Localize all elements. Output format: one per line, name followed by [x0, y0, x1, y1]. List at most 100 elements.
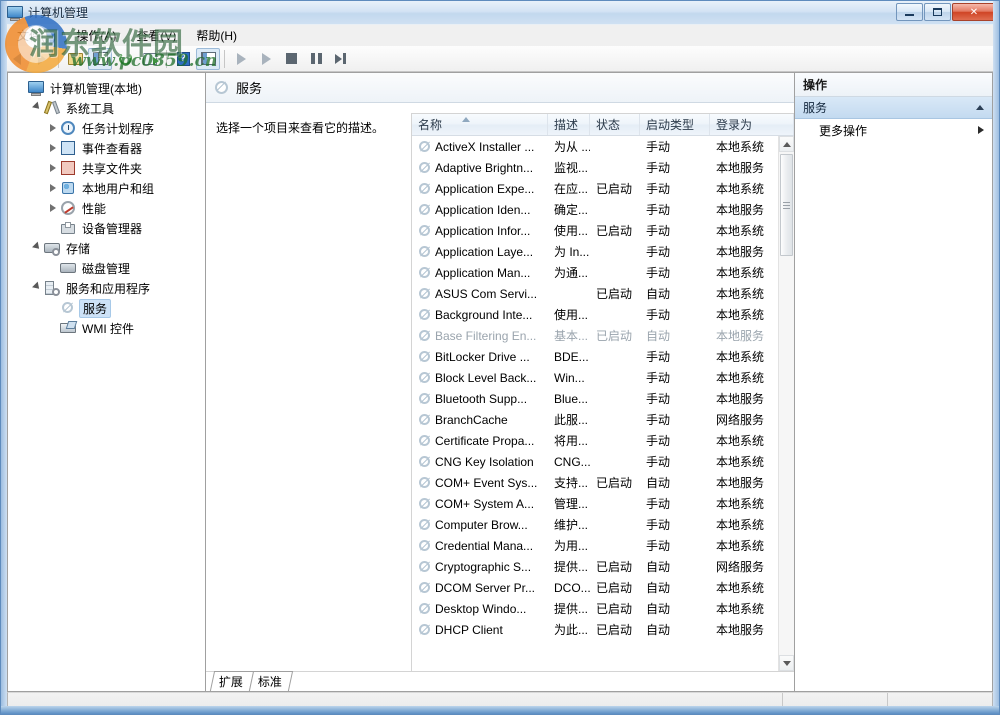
chevron-right-icon[interactable]: [46, 161, 60, 175]
table-row[interactable]: Certificate Propa...将用...手动本地系统: [412, 430, 778, 451]
table-row[interactable]: Computer Brow...维护...手动本地系统: [412, 514, 778, 535]
actions-group-header[interactable]: 服务: [795, 97, 992, 119]
cell-startup-type: 自动: [640, 474, 710, 491]
tree-item-10[interactable]: 服务和应用程序: [14, 278, 205, 298]
menu-action[interactable]: 操作(A): [66, 24, 126, 47]
column-log-on-as[interactable]: 登录为: [710, 114, 794, 135]
tree-item-6[interactable]: 性能: [14, 198, 205, 218]
tree-item-4[interactable]: 共享文件夹: [14, 158, 205, 178]
tab-standard[interactable]: 标准: [249, 671, 293, 691]
table-row[interactable]: Background Inte...使用...手动本地系统: [412, 304, 778, 325]
show-tree-button[interactable]: [88, 48, 112, 70]
cell-startup-type: 手动: [640, 138, 710, 155]
column-status[interactable]: 状态: [590, 114, 640, 135]
chevron-right-icon[interactable]: [46, 141, 60, 155]
table-row[interactable]: Application Infor...使用...已启动手动本地系统: [412, 220, 778, 241]
forward-button[interactable]: [30, 48, 54, 70]
cell-log-on-as: 本地系统: [710, 495, 778, 512]
scroll-up-button[interactable]: [779, 136, 794, 152]
close-button[interactable]: ✕: [952, 3, 996, 21]
chevron-down-icon[interactable]: [30, 101, 44, 115]
table-row[interactable]: Application Expe...在应...已启动手动本地系统: [412, 178, 778, 199]
device-manager-icon: [60, 220, 76, 236]
disk-management-icon: [60, 260, 76, 276]
cell-name: Adaptive Brightn...: [412, 161, 548, 175]
table-row[interactable]: Application Man...为通...手动本地系统: [412, 262, 778, 283]
chevron-down-icon[interactable]: [30, 241, 44, 255]
column-description[interactable]: 描述: [548, 114, 590, 135]
show-action-pane-button[interactable]: [196, 48, 220, 70]
table-row[interactable]: Block Level Back...Win...手动本地系统: [412, 367, 778, 388]
tree-item-label: 存储: [64, 240, 92, 257]
tree-item-8[interactable]: 存储: [14, 238, 205, 258]
restart-icon: [335, 53, 347, 64]
action-more-actions[interactable]: 更多操作: [795, 119, 992, 141]
tree-item-12[interactable]: WMI 控件: [14, 318, 205, 338]
cell-description: 为此...: [548, 621, 590, 638]
tree-item-1[interactable]: 系统工具: [14, 98, 205, 118]
stop-service-button[interactable]: [279, 48, 303, 70]
restart-service-button[interactable]: [329, 48, 353, 70]
table-row[interactable]: Base Filtering En...基本...已启动自动本地服务: [412, 325, 778, 346]
minimize-button[interactable]: [896, 3, 923, 21]
tree-item-9[interactable]: 磁盘管理: [14, 258, 205, 278]
table-row[interactable]: BranchCache此服...手动网络服务: [412, 409, 778, 430]
chevron-right-icon[interactable]: [46, 181, 60, 195]
chevron-right-icon[interactable]: [46, 201, 60, 215]
start-service-button[interactable]: [229, 48, 253, 70]
tab-extended[interactable]: 扩展: [210, 671, 254, 691]
column-name[interactable]: 名称: [412, 114, 548, 135]
table-row[interactable]: Desktop Windo...提供...已启动自动本地系统: [412, 598, 778, 619]
back-button[interactable]: [5, 48, 29, 70]
service-gear-icon: [418, 140, 431, 153]
window-frame-left: [1, 1, 7, 714]
chevron-up-icon[interactable]: [976, 105, 984, 110]
table-row[interactable]: Credential Mana...为用...手动本地系统: [412, 535, 778, 556]
menu-help[interactable]: 帮助(H): [186, 24, 247, 47]
refresh-button[interactable]: [113, 48, 137, 70]
chevron-down-icon[interactable]: [30, 281, 44, 295]
tree-item-3[interactable]: 事件查看器: [14, 138, 205, 158]
table-row[interactable]: Adaptive Brightn...监视...手动本地服务: [412, 157, 778, 178]
table-row[interactable]: COM+ Event Sys...支持...已启动自动本地服务: [412, 472, 778, 493]
resume-service-button[interactable]: [254, 48, 278, 70]
column-startup-type[interactable]: 启动类型: [640, 114, 710, 135]
maximize-button[interactable]: [924, 3, 951, 21]
tree-item-11[interactable]: 服务: [14, 298, 205, 318]
computer-icon: [28, 80, 44, 96]
cell-log-on-as: 本地系统: [710, 138, 778, 155]
tree-item-5[interactable]: 本地用户和组: [14, 178, 205, 198]
table-row[interactable]: BitLocker Drive ...BDE...手动本地系统: [412, 346, 778, 367]
scroll-down-button[interactable]: [779, 655, 794, 671]
cell-name: Bluetooth Supp...: [412, 392, 548, 406]
table-row[interactable]: ASUS Com Servi...已启动自动本地系统: [412, 283, 778, 304]
up-folder-button[interactable]: [63, 48, 87, 70]
menu-view[interactable]: 查看(V): [126, 24, 186, 47]
table-row[interactable]: COM+ System A...管理...手动本地系统: [412, 493, 778, 514]
cell-log-on-as: 本地服务: [710, 243, 778, 260]
action-pane-icon: [201, 52, 216, 65]
table-row[interactable]: Bluetooth Supp...Blue...手动本地服务: [412, 388, 778, 409]
tree-item-7[interactable]: 设备管理器: [14, 218, 205, 238]
cell-name: COM+ Event Sys...: [412, 476, 548, 490]
table-row[interactable]: ActiveX Installer ...为从 ...手动本地系统: [412, 136, 778, 157]
table-row[interactable]: DCOM Server Pr...DCO...已启动自动本地系统: [412, 577, 778, 598]
pause-service-button[interactable]: [304, 48, 328, 70]
scrollbar-track[interactable]: [779, 152, 794, 655]
cell-log-on-as: 本地系统: [710, 369, 778, 386]
table-row[interactable]: DHCP Client为此...已启动自动本地服务: [412, 619, 778, 640]
scrollbar-thumb[interactable]: [780, 154, 793, 256]
chevron-right-icon[interactable]: [46, 121, 60, 135]
export-list-button[interactable]: [138, 48, 162, 70]
services-list-scrollbar[interactable]: [778, 136, 794, 671]
table-row[interactable]: Application Iden...确定...手动本地服务: [412, 199, 778, 220]
table-row[interactable]: Cryptographic S...提供...已启动自动网络服务: [412, 556, 778, 577]
menu-file[interactable]: 文件(F): [7, 24, 66, 47]
tree-item-2[interactable]: 任务计划程序: [14, 118, 205, 138]
tree-item-0[interactable]: 计算机管理(本地): [14, 78, 205, 98]
service-name-label: ASUS Com Servi...: [435, 287, 537, 301]
help-button[interactable]: ?: [171, 48, 195, 70]
table-row[interactable]: Application Laye...为 In...手动本地服务: [412, 241, 778, 262]
table-row[interactable]: CNG Key IsolationCNG...手动本地系统: [412, 451, 778, 472]
cell-log-on-as: 本地系统: [710, 264, 778, 281]
